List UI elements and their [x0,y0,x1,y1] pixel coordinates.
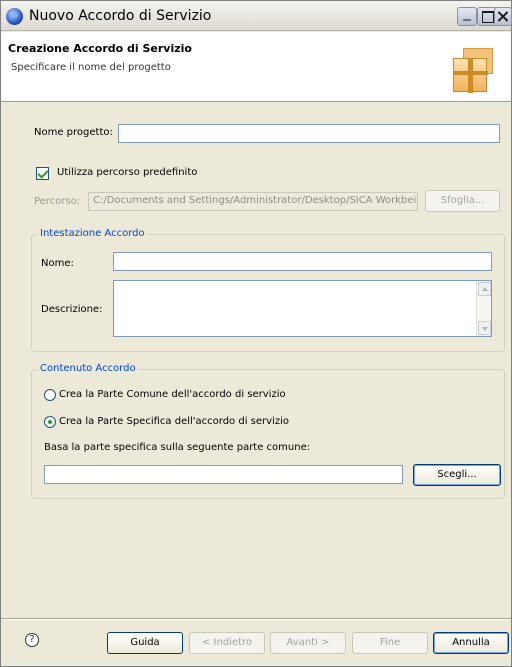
eclipse-globe-icon [6,8,23,25]
help-icon[interactable]: ? [25,633,39,647]
page-description: Specificare il nome del progetto [11,62,171,73]
minimize-button[interactable] [457,7,477,26]
radio-specific-part[interactable] [44,416,56,428]
title-bar[interactable]: Nuovo Accordo di Servizio [1,1,512,31]
browse-button[interactable]: Sfoglia... [425,190,500,212]
back-button[interactable]: < Indietro [189,632,265,654]
package-boxes-icon [453,48,495,94]
use-default-path-label: Utilizza percorso predefinito [57,167,198,178]
description-scrollbar[interactable] [476,281,491,336]
project-name-label: Nome progetto: [34,127,113,138]
radio-common-part[interactable] [44,389,56,401]
base-common-part-input[interactable] [44,465,403,484]
cancel-button[interactable]: Annulla [433,632,509,654]
wizard-header: Creazione Accordo di Servizio Specificar… [1,32,511,102]
window-title: Nuovo Accordo di Servizio [29,8,212,24]
description-label: Descrizione: [41,304,103,315]
radio-common-part-label: Crea la Parte Comune dell'accordo di ser… [59,389,286,400]
base-common-part-label: Basa la parte specifica sulla seguente p… [44,442,311,453]
footer-separator [1,618,511,620]
wizard-window: Nuovo Accordo di Servizio Creazione Acco… [0,0,512,667]
guida-button[interactable]: Guida [107,632,183,654]
finish-button[interactable]: Fine [352,632,428,654]
choose-button[interactable]: Scegli... [413,464,501,486]
path-label: Percorso: [34,196,81,207]
use-default-path-checkbox[interactable] [36,167,49,180]
close-button[interactable] [494,7,512,26]
agreement-name-input[interactable] [113,252,492,271]
next-button[interactable]: Avanti > [270,632,346,654]
contenuto-group-title: Contenuto Accordo [38,363,138,374]
path-input[interactable]: C:/Documents and Settings/Administrator/… [88,192,418,211]
description-textarea[interactable] [113,280,492,337]
intestazione-group-title: Intestazione Accordo [38,228,147,239]
scroll-down-arrow-icon[interactable] [478,321,491,335]
radio-specific-part-label: Crea la Parte Specifica dell'accordo di … [59,416,289,427]
project-name-input[interactable] [118,124,500,143]
page-title: Creazione Accordo di Servizio [8,42,192,55]
scroll-up-arrow-icon[interactable] [478,282,491,296]
agreement-name-label: Nome: [41,258,74,269]
